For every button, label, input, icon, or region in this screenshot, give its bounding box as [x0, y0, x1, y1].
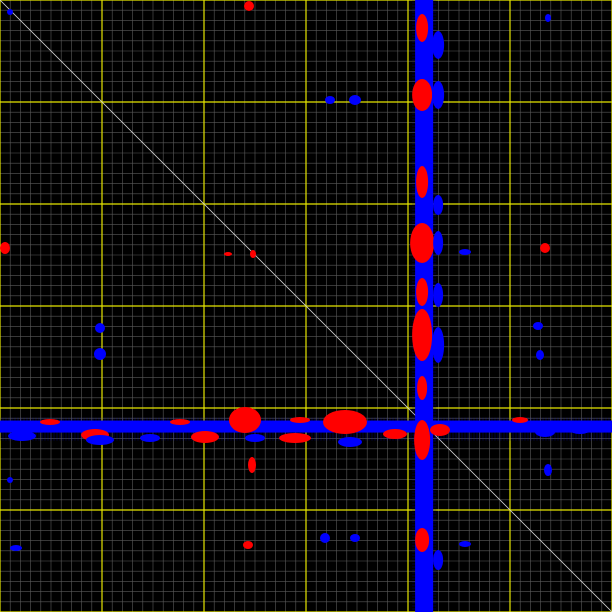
ridge-peak-positive — [383, 429, 407, 439]
ridge-peak-positive — [323, 410, 367, 434]
cross-peak-negative — [459, 541, 471, 547]
ridge-peak-positive — [229, 407, 261, 433]
ridge-peak-positive — [512, 417, 528, 423]
ridge-peak-positive — [412, 309, 433, 361]
cross-peak-negative — [349, 95, 361, 105]
cross-peak-negative — [10, 545, 22, 551]
ridge-peak-positive — [416, 166, 429, 198]
ridge-peak-negative — [570, 426, 590, 434]
ridge-peak-positive — [279, 433, 311, 443]
cross-peak-negative — [7, 9, 13, 15]
ridge-peak-negative — [432, 327, 445, 363]
ridge-peak-negative — [535, 427, 555, 437]
ridge-peak-negative — [433, 231, 444, 255]
ridge-peak-positive — [412, 79, 433, 111]
cross-peak-positive — [250, 250, 256, 258]
cross-peak-negative — [320, 533, 330, 543]
cross-peak-positive — [224, 252, 232, 256]
cross-peak-negative — [536, 350, 544, 360]
ridge-peak-negative — [8, 431, 36, 441]
ridge-peak-negative — [433, 195, 444, 215]
ridge-peak-negative — [86, 435, 114, 445]
ridge-peak-negative — [433, 550, 444, 570]
contour-plot[interactable] — [0, 0, 612, 612]
cross-peak-negative — [7, 477, 13, 483]
cross-peak-negative — [95, 323, 105, 333]
cross-peak-negative — [545, 14, 551, 22]
cross-peak-positive — [244, 1, 254, 11]
ridge-peak-positive — [40, 419, 60, 425]
ridge-peak-negative — [433, 283, 444, 307]
cross-peak-negative — [544, 464, 552, 476]
cross-peak-positive — [248, 457, 256, 473]
ridge-peak-positive — [414, 420, 431, 460]
ridge-peak-positive — [415, 528, 430, 552]
ridge-peak-positive — [191, 431, 219, 443]
cross-peak-negative — [350, 534, 360, 542]
ridge-peak-negative — [338, 437, 362, 447]
ridge-peak-positive — [290, 417, 310, 423]
cross-peak-positive — [243, 541, 253, 549]
ridge-peak-positive — [417, 376, 428, 400]
cross-peak-negative — [94, 348, 106, 360]
ridge-peak-positive — [416, 278, 429, 306]
cross-peak-negative — [459, 249, 471, 255]
ridge-peak-positive — [416, 14, 429, 42]
ridge-peak-negative — [140, 434, 160, 442]
ridge-peak-negative — [245, 434, 265, 442]
ridge-peak-negative — [432, 81, 445, 109]
cross-peak-positive — [540, 243, 550, 253]
ridge-peak-positive — [430, 424, 450, 436]
ridge-peak-positive — [170, 419, 190, 425]
cross-peak-negative — [325, 96, 335, 104]
cross-peak-positive — [0, 242, 10, 254]
spectrum-viewer[interactable] — [0, 0, 612, 612]
cross-peak-negative — [533, 322, 543, 330]
ridge-peak-positive — [410, 223, 435, 263]
ridge-peak-negative — [432, 31, 445, 59]
